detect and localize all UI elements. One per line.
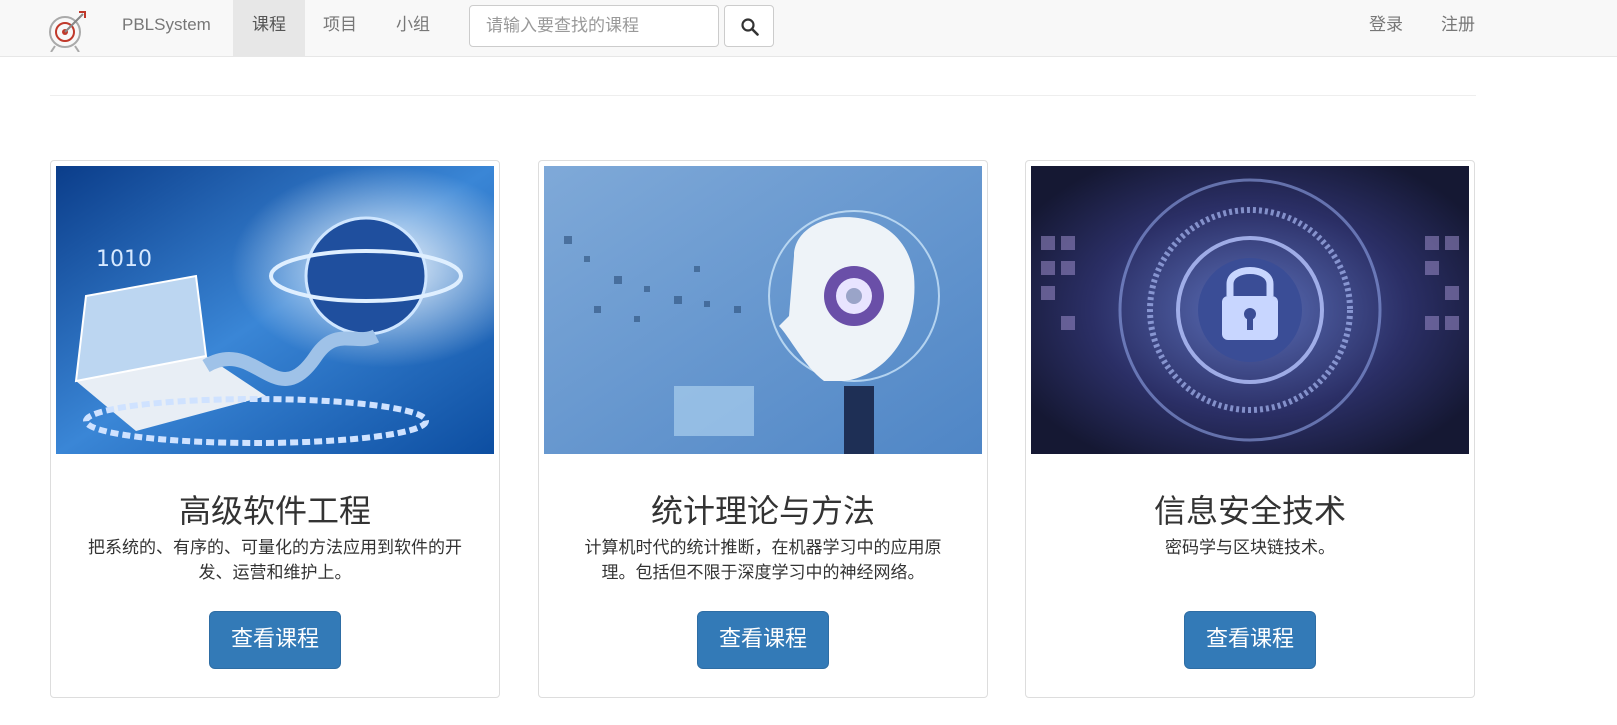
svg-text:1010: 1010 [96,247,152,272]
security-lock-image [1031,166,1469,454]
course-description: 把系统的、有序的、可量化的方法应用到软件的开发、运营和维护上。 [88,538,462,583]
brand-link[interactable]: PBLSystem [104,0,229,57]
register-link[interactable]: 注册 [1430,0,1486,57]
nav-projects[interactable]: 项目 [312,0,368,57]
nav-courses[interactable]: 课程 [233,0,305,57]
course-description: 计算机时代的统计推断，在机器学习中的应用原理。包括但不限于深度学习中的神经网络。 [584,538,942,583]
search-input[interactable]: 请输入要查找的课程 [469,5,719,47]
view-course-button[interactable]: 查看课程 [1184,611,1316,669]
nav-groups[interactable]: 小组 [384,0,442,57]
course-title: 统计理论与方法 [650,492,875,530]
target-logo-icon[interactable] [45,8,89,53]
divider [50,95,1476,96]
course-description: 密码学与区块链技术。 [1165,538,1335,558]
navbar: PBLSystem 课程 项目 小组 请输入要查找的课程 登录 注册 [0,0,1617,57]
laptop-globe-image: 1010 [56,166,494,454]
course-title: 高级软件工程 [178,492,371,530]
login-link[interactable]: 登录 [1358,0,1414,57]
search-button[interactable] [724,5,774,47]
view-course-button[interactable]: 查看课程 [209,611,341,669]
robot-head-image [544,166,982,454]
course-card: 1010 高级软件工程 把系统的、有序的、可量化的方法应用到软件的开发、运营和维… [50,160,500,698]
course-card: 统计理论与方法 计算机时代的统计推断，在机器学习中的应用原理。包括但不限于深度学… [538,160,988,698]
search-icon [741,18,759,36]
course-card: 信息安全技术 密码学与区块链技术。 查看课程 [1025,160,1475,698]
view-course-button[interactable]: 查看课程 [697,611,829,669]
course-title: 信息安全技术 [1153,492,1346,530]
